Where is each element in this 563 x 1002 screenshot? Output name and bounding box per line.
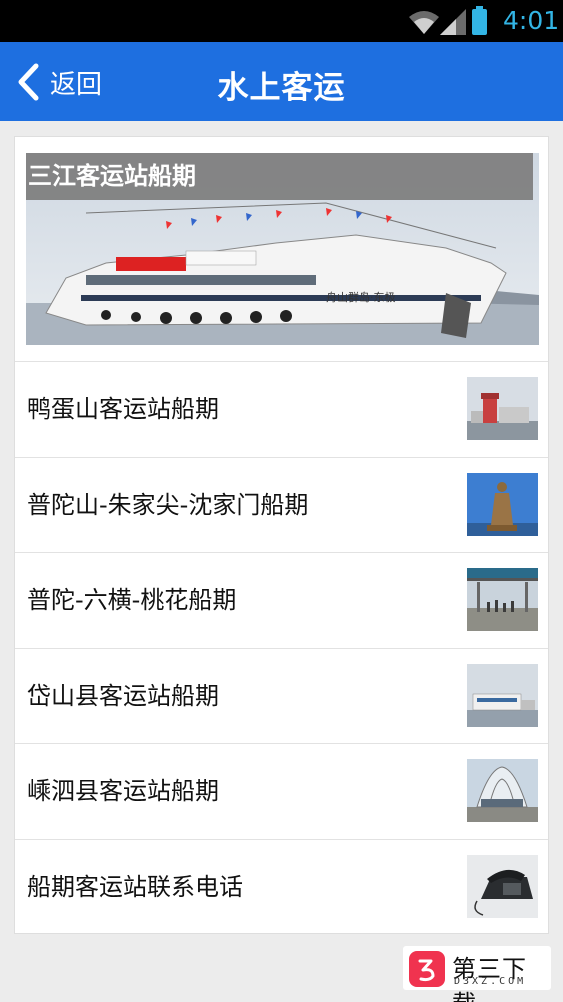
harbor-building-thumbnail xyxy=(467,377,538,440)
list-item-label: 普陀山-朱家尖-沈家门船期 xyxy=(27,490,309,519)
featured-banner[interactable]: 舟山群岛·东极 三江客运站船期 xyxy=(26,153,539,345)
watermark-badge: 第三下载 D3XZ.COM xyxy=(403,946,551,1002)
download-logo-icon xyxy=(409,951,445,987)
telephone-thumbnail xyxy=(467,854,538,918)
list-item[interactable]: 岱山县客运站船期 xyxy=(15,647,548,744)
signal-icon xyxy=(440,9,466,35)
header: 返回 水上客运 xyxy=(0,42,563,121)
list-item[interactable]: 船期客运站联系电话 xyxy=(15,838,548,935)
port-building-thumbnail xyxy=(467,663,538,727)
wifi-icon xyxy=(409,11,439,34)
list-item[interactable]: 普陀山-朱家尖-沈家门船期 xyxy=(15,456,548,553)
list-item-label: 普陀-六横-桃花船期 xyxy=(27,586,237,614)
list-item-label: 鸭蛋山客运站船期 xyxy=(27,395,219,423)
list-item-label: 岱山县客运站船期 xyxy=(27,681,219,710)
arched-terminal-thumbnail xyxy=(467,759,538,822)
page-title: 水上客运 xyxy=(217,70,346,106)
list-item[interactable]: 嵊泗县客运站船期 xyxy=(15,743,548,839)
featured-title: 三江客运站船期 xyxy=(26,153,533,200)
list-item[interactable]: 普陀-六横-桃花船期 xyxy=(15,552,548,648)
watermark-domain: D3XZ.COM xyxy=(454,976,527,987)
list-item[interactable]: 鸭蛋山客运站船期 xyxy=(15,361,548,457)
status-bar: 4:01 xyxy=(0,0,563,42)
pier-crowd-thumbnail xyxy=(467,568,538,631)
ship-hull-text: 舟山群岛·东极 xyxy=(326,290,396,304)
list-item-label: 船期客运站联系电话 xyxy=(27,872,243,901)
battery-icon xyxy=(472,6,487,35)
clock: 4:01 xyxy=(503,6,560,35)
content-card: 舟山群岛·东极 三江客运站船期 鸭蛋山客运站船期 普陀山-朱家尖-沈家门船期 普… xyxy=(14,136,549,934)
list-item-label: 嵊泗县客运站船期 xyxy=(27,777,219,805)
schedule-list: 鸭蛋山客运站船期 普陀山-朱家尖-沈家门船期 普陀-六横-桃花船期 岱山县客运站… xyxy=(15,361,548,934)
guanyin-statue-thumbnail xyxy=(467,472,538,536)
